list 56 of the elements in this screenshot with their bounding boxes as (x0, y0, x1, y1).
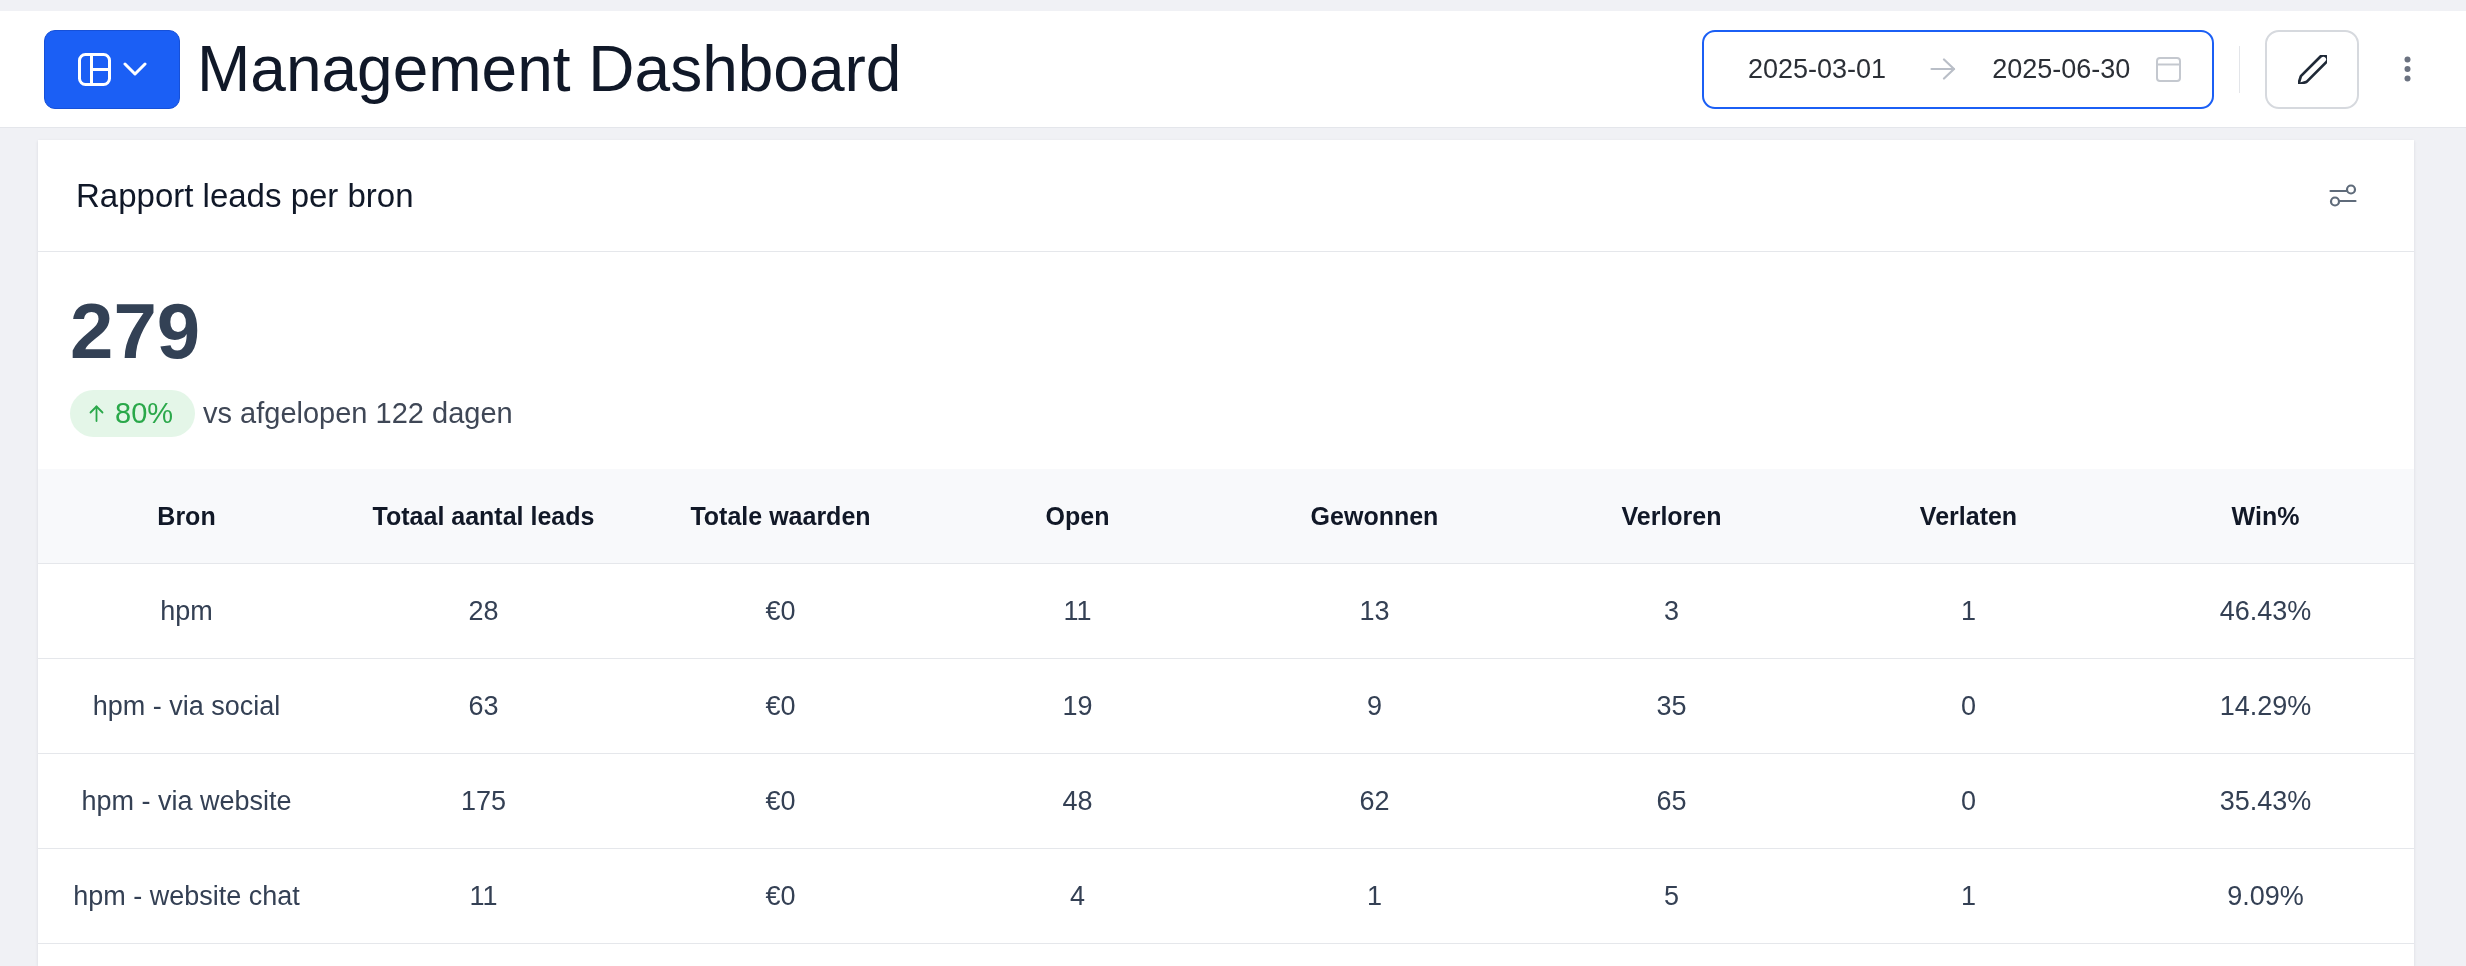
table-cell: €0 (765, 597, 796, 625)
table-cell: 1 (1367, 882, 1382, 910)
column-header: Totaal aantal leads (372, 503, 595, 529)
table-cell: 1 (1961, 882, 1976, 910)
table-cell: 19 (1062, 692, 1093, 720)
sliders-icon[interactable] (2329, 184, 2357, 207)
comparison-text: vs afgelopen 122 dagen (203, 399, 513, 428)
table-cell: 175 (460, 787, 507, 815)
column-header: Win% (2231, 503, 2300, 529)
table-cell: 13 (1359, 597, 1390, 625)
column-header: Totale waarden (690, 503, 871, 529)
table-cell: €0 (765, 882, 796, 910)
table-cell: 5 (1664, 882, 1679, 910)
table-cell: hpm - via website (81, 787, 292, 815)
table-cell: 9 (1367, 692, 1382, 720)
date-range-field[interactable]: 2025-03-01 2025-06-30 (1702, 29, 2214, 109)
change-percentage: 80% (115, 399, 174, 428)
arrow-up-icon (89, 405, 104, 422)
column-header: Verloren (1621, 503, 1722, 529)
table-cell: hpm (160, 597, 213, 625)
start-date[interactable]: 2025-03-01 (1748, 55, 1887, 83)
table-cell: 4 (1070, 882, 1085, 910)
more-options-icon[interactable] (2404, 56, 2411, 82)
kpi-value: 279 (70, 292, 201, 370)
table-cell: 65 (1656, 787, 1687, 815)
arrow-right-icon (1930, 58, 1957, 80)
table-cell: 11 (469, 882, 498, 910)
table-cell: 14.29% (2219, 692, 2312, 720)
layout-icon (77, 52, 111, 86)
table-cell: hpm - website chat (73, 882, 300, 910)
table-cell: 62 (1359, 787, 1390, 815)
column-header: Verlaten (1919, 503, 2018, 529)
table-cell: 3 (1664, 597, 1679, 625)
table-cell: €0 (765, 787, 796, 815)
table-cell: 11 (1063, 597, 1092, 625)
column-header: Open (1045, 503, 1110, 529)
end-date[interactable]: 2025-06-30 (1992, 55, 2131, 83)
table-cell: €0 (765, 692, 796, 720)
table-cell: 35.43% (2219, 787, 2312, 815)
edit-button[interactable] (2265, 29, 2359, 109)
table-cell: 1 (1961, 597, 1976, 625)
layout-menu-button[interactable] (44, 29, 180, 109)
column-header: Gewonnen (1310, 503, 1439, 529)
chevron-down-icon (122, 62, 147, 76)
pencil-icon (2297, 54, 2327, 84)
table-cell: hpm - via social (92, 692, 281, 720)
table-cell: 46.43% (2219, 597, 2312, 625)
table-cell: 28 (468, 597, 499, 625)
table-cell: 9.09% (2227, 882, 2304, 910)
table-cell: 63 (468, 692, 499, 720)
table-cell: 35 (1656, 692, 1687, 720)
column-header: Bron (157, 503, 216, 529)
table-cell: 0 (1961, 787, 1976, 815)
table-cell: 48 (1062, 787, 1093, 815)
card-title: Rapport leads per bron (76, 179, 414, 212)
table-cell: 0 (1961, 692, 1976, 720)
